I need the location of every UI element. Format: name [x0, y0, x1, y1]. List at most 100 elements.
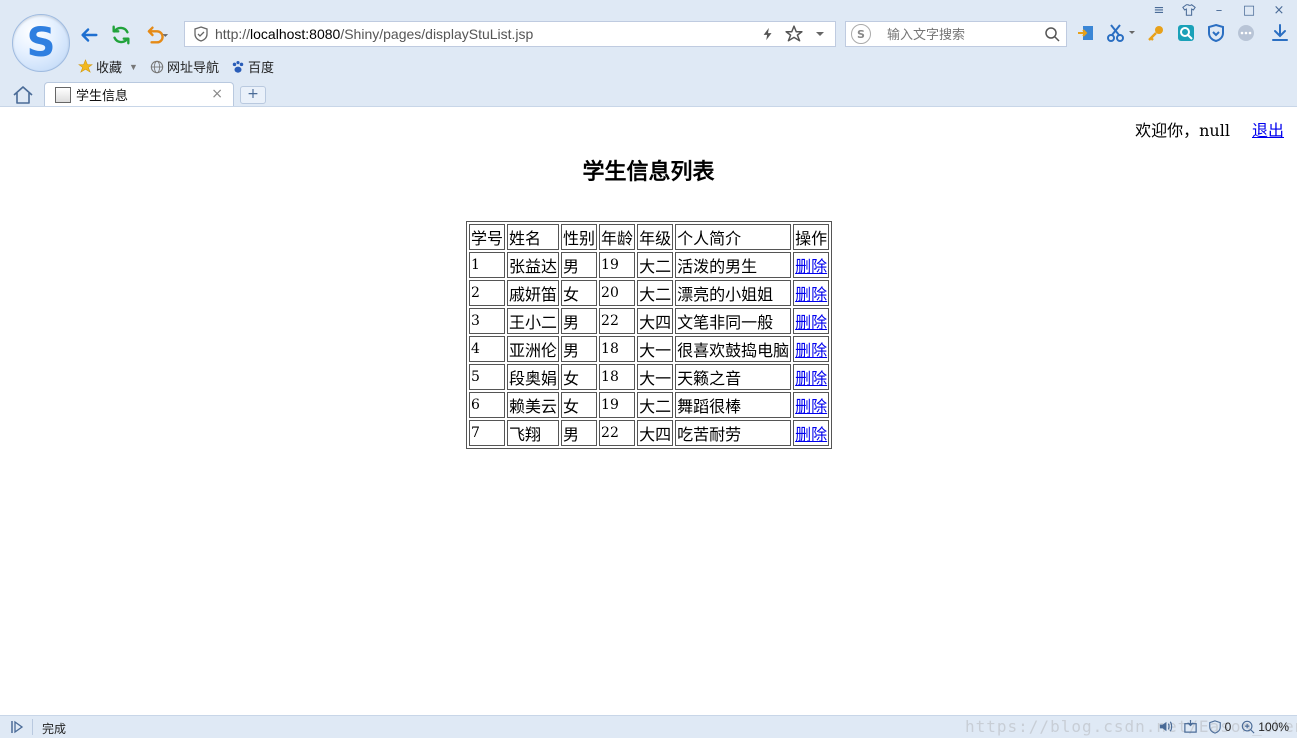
url-text: http://localhost:8080/Shiny/pages/displa…	[215, 26, 534, 42]
cell-grade: 大二	[637, 252, 674, 278]
cell-grade: 大二	[637, 280, 674, 306]
cell-age: 19	[599, 392, 636, 418]
cell-gender: 女	[561, 280, 598, 306]
shield-guard-icon[interactable]	[1206, 22, 1226, 44]
ad-block-counter[interactable]: 0	[1208, 719, 1232, 734]
cell-action: 删除	[793, 420, 830, 446]
more-menu-icon[interactable]	[1236, 22, 1256, 44]
cell-gender: 男	[561, 308, 598, 334]
cell-action: 删除	[793, 336, 830, 362]
cell-id: 1	[469, 252, 506, 278]
cell-action: 删除	[793, 364, 830, 390]
cell-grade: 大四	[637, 420, 674, 446]
close-window-icon[interactable]: ×	[1271, 2, 1287, 18]
cell-action: 删除	[793, 308, 830, 334]
search-engine-icon[interactable]: S	[851, 24, 871, 44]
cell-intro: 天籁之音	[675, 364, 792, 390]
shield-icon	[1208, 719, 1221, 734]
tab-title: 学生信息	[76, 88, 129, 103]
table-row: 2 戚妍笛 女 20 大二 漂亮的小姐姐 删除	[469, 280, 830, 306]
refresh-icon	[112, 25, 130, 45]
password-key-icon[interactable]	[1146, 22, 1166, 44]
cell-age: 22	[599, 420, 636, 446]
header-cell: 学号	[469, 224, 506, 250]
bookmark-baidu[interactable]: 百度	[231, 57, 274, 76]
sogou-logo-icon[interactable]: S	[12, 14, 70, 72]
cell-intro: 漂亮的小姐姐	[675, 280, 792, 306]
bookmark-label: 网址导航	[166, 60, 219, 75]
cell-action: 删除	[793, 280, 830, 306]
search-box[interactable]: S	[845, 21, 1067, 47]
delete-link[interactable]: 删除	[795, 397, 827, 416]
logo-letter: S	[26, 20, 56, 66]
screenshot-scissors-icon[interactable]	[1106, 22, 1136, 44]
cell-grade: 大二	[637, 392, 674, 418]
delete-link[interactable]: 删除	[795, 285, 827, 304]
new-tab-button[interactable]: +	[240, 86, 266, 104]
cell-id: 3	[469, 308, 506, 334]
cell-gender: 女	[561, 364, 598, 390]
bookmark-favorites[interactable]: 收藏 ▼	[78, 57, 138, 76]
address-bar[interactable]: http://localhost:8080/Shiny/pages/displa…	[184, 21, 836, 47]
safe-browse-icon[interactable]	[1176, 22, 1196, 44]
home-icon[interactable]	[12, 85, 34, 105]
header-cell: 年级	[637, 224, 674, 250]
ad-block-count: 0	[1224, 719, 1232, 734]
table-row: 6 赖美云 女 19 大二 舞蹈很棒 删除	[469, 392, 830, 418]
back-button[interactable]	[76, 22, 102, 48]
student-table: 学号 姓名 性别 年龄 年级 个人简介 操作 1 张益达 男 19 大二 活泼的…	[466, 221, 833, 449]
browser-chrome: S http://localhost:8080/Shiny/pages/disp…	[0, 0, 1297, 107]
cell-intro: 很喜欢鼓捣电脑	[675, 336, 792, 362]
menu-icon[interactable]: ≡	[1151, 2, 1167, 18]
speed-mode-icon[interactable]	[759, 25, 777, 43]
tab-close-icon[interactable]: ×	[211, 86, 223, 102]
address-dropdown-icon[interactable]	[811, 25, 829, 43]
delete-link[interactable]: 删除	[795, 425, 827, 444]
cell-action: 删除	[793, 392, 830, 418]
undo-close-button[interactable]	[140, 22, 176, 48]
page-content: 欢迎你，null 退出 学生信息列表 学号 姓名 性别 年龄 年级 个人简介 操作…	[0, 107, 1297, 715]
screen-mode-icon[interactable]	[1183, 719, 1198, 734]
security-shield-icon	[189, 22, 213, 46]
minimize-icon[interactable]: –	[1211, 2, 1227, 18]
refresh-button[interactable]	[108, 22, 134, 48]
delete-link[interactable]: 删除	[795, 341, 827, 360]
table-row: 5 段奥娟 女 18 大一 天籁之音 删除	[469, 364, 830, 390]
extension-icon[interactable]	[1076, 22, 1096, 44]
delete-link[interactable]: 删除	[795, 313, 827, 332]
table-row: 1 张益达 男 19 大二 活泼的男生 删除	[469, 252, 830, 278]
globe-icon	[150, 60, 164, 73]
search-input[interactable]	[885, 25, 1039, 43]
status-text: 完成	[42, 722, 67, 736]
download-icon[interactable]	[1270, 22, 1290, 44]
bookmark-nav-sites[interactable]: 网址导航	[150, 57, 219, 76]
status-bar: 完成 https://blog.csdn.net/Eason_chen 0 10…	[0, 715, 1297, 738]
cell-name: 段奥娟	[507, 364, 560, 390]
maximize-icon[interactable]: □	[1241, 2, 1257, 18]
cell-age: 20	[599, 280, 636, 306]
cell-age: 19	[599, 252, 636, 278]
favorite-star-icon[interactable]	[785, 25, 803, 43]
table-row: 4 亚洲伦 男 18 大一 很喜欢鼓捣电脑 删除	[469, 336, 830, 362]
cell-name: 王小二	[507, 308, 560, 334]
logout-link[interactable]: 退出	[1252, 121, 1284, 140]
chevron-down-icon[interactable]: ▼	[129, 62, 138, 72]
tab-student-info[interactable]: 学生信息 ×	[44, 82, 234, 106]
bookmark-label: 收藏	[96, 60, 123, 75]
table-row: 7 飞翔 男 22 大四 吃苦耐劳 删除	[469, 420, 830, 446]
cell-id: 6	[469, 392, 506, 418]
cell-intro: 文笔非同一般	[675, 308, 792, 334]
zoom-control[interactable]: 100%	[1241, 720, 1289, 734]
cell-id: 7	[469, 420, 506, 446]
cell-gender: 男	[561, 252, 598, 278]
cell-grade: 大一	[637, 336, 674, 362]
sidebar-toggle-icon[interactable]	[10, 720, 24, 734]
skin-shirt-icon[interactable]	[1181, 2, 1197, 18]
header-cell: 个人简介	[675, 224, 792, 250]
volume-icon[interactable]	[1158, 719, 1173, 734]
search-icon[interactable]	[1044, 26, 1060, 42]
cell-intro: 舞蹈很棒	[675, 392, 792, 418]
delete-link[interactable]: 删除	[795, 369, 827, 388]
zoom-icon	[1242, 720, 1255, 734]
delete-link[interactable]: 删除	[795, 257, 827, 276]
